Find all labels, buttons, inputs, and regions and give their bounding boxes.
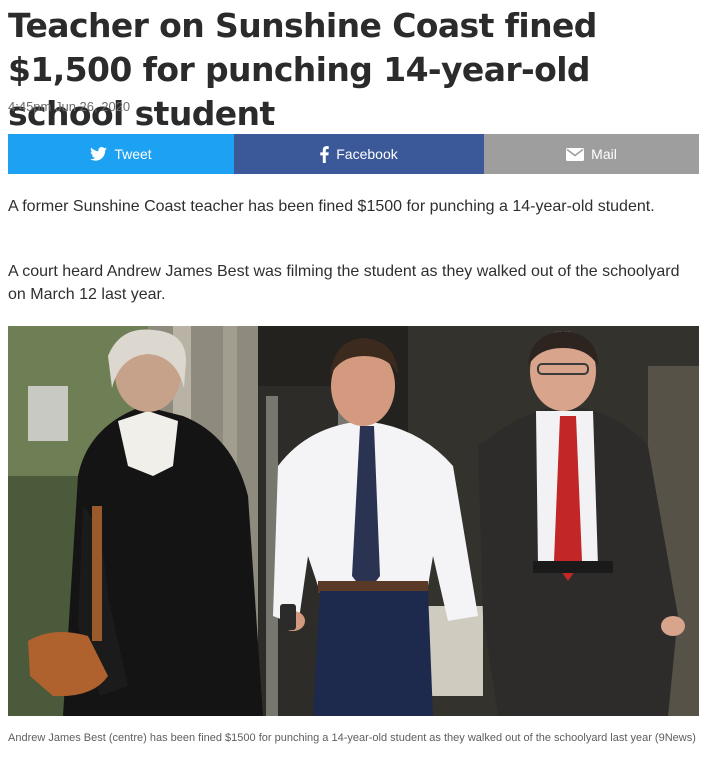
- twitter-bird-icon: [90, 147, 108, 161]
- photo-illustration: [8, 326, 699, 716]
- mail-label: Mail: [591, 146, 617, 162]
- envelope-icon: [566, 147, 585, 161]
- facebook-label: Facebook: [336, 146, 398, 162]
- news-article: Teacher on Sunshine Coast fined $1,500 f…: [0, 0, 710, 781]
- facebook-f-icon: [320, 145, 329, 163]
- article-paragraph: A former Sunshine Coast teacher has been…: [8, 198, 655, 215]
- article-photo: [8, 326, 699, 716]
- facebook-button[interactable]: Facebook: [234, 134, 484, 174]
- share-bar: Tweet Facebook Mail: [8, 134, 699, 174]
- article-paragraph: A court heard Andrew James Best was film…: [8, 263, 680, 303]
- photo-caption: Andrew James Best (centre) has been fine…: [8, 732, 696, 744]
- tweet-label: Tweet: [114, 146, 152, 162]
- publish-timestamp: 4:45pm Jun 26, 2020: [8, 99, 131, 114]
- tweet-button[interactable]: Tweet: [8, 134, 234, 174]
- article-headline: Teacher on Sunshine Coast fined $1,500 f…: [8, 6, 597, 133]
- mail-button[interactable]: Mail: [484, 134, 699, 174]
